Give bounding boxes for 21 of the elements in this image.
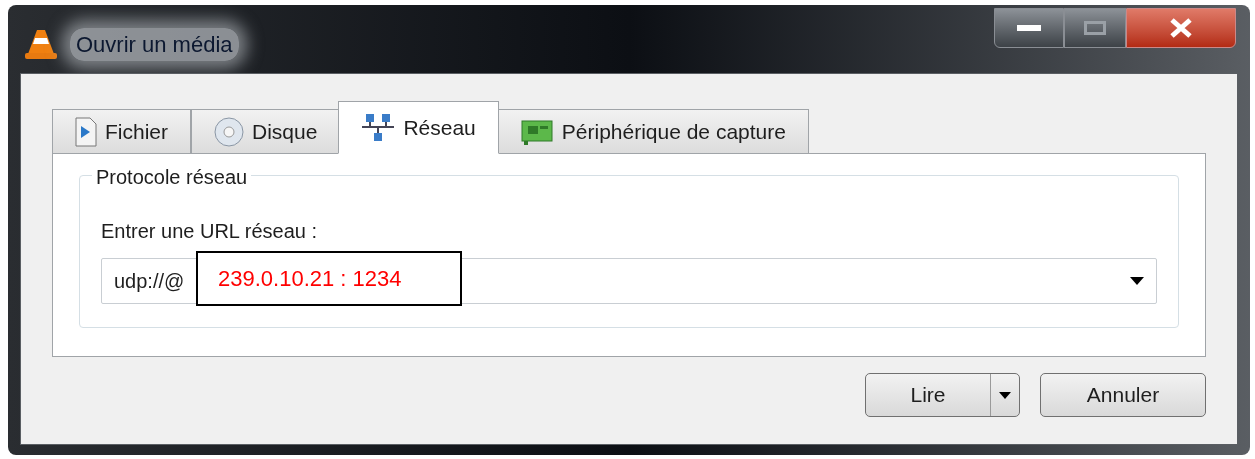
cancel-button[interactable]: Annuler <box>1040 373 1206 417</box>
capture-card-icon <box>519 118 554 146</box>
annotation-label: 239.0.10.21 : 1234 <box>196 251 462 306</box>
close-button[interactable] <box>1126 8 1236 48</box>
disc-icon <box>214 117 244 147</box>
tab[interactable]: Disque <box>191 109 341 154</box>
window-title: Ouvrir un média <box>70 27 239 61</box>
url-value: udp://@ <box>114 269 185 294</box>
file-icon <box>75 117 97 147</box>
network-icon <box>361 112 396 143</box>
close-icon <box>1169 18 1193 38</box>
tab[interactable]: Périphérique de capture <box>496 109 809 154</box>
minimize-button[interactable] <box>994 8 1064 48</box>
field-label: Entrer une URL réseau : <box>101 219 318 244</box>
dropdown-arrow-icon[interactable] <box>999 391 1011 399</box>
tab[interactable]: Réseau <box>338 101 499 154</box>
maximize-button[interactable] <box>1064 8 1126 48</box>
tab[interactable]: Fichier <box>52 109 191 154</box>
play-split-button[interactable]: Lire <box>865 373 1020 417</box>
traffic-cone-icon <box>24 27 58 61</box>
dropdown-arrow-icon[interactable] <box>1130 277 1144 285</box>
